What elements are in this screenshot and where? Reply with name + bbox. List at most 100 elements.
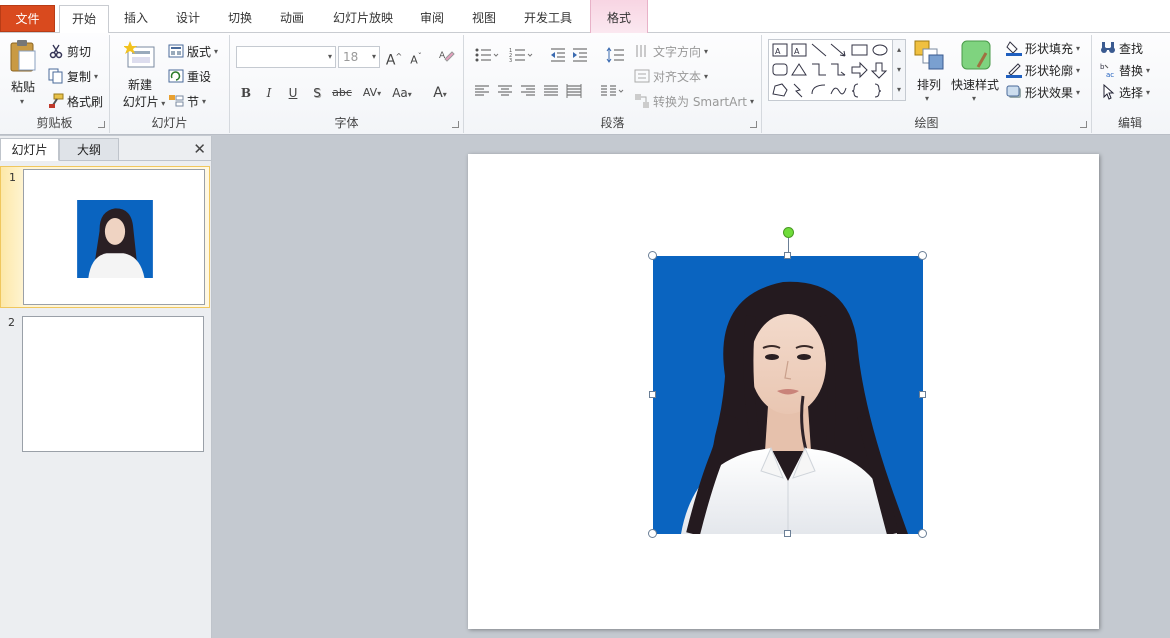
slide-thumbnail[interactable] [22, 316, 204, 452]
quick-styles-icon [961, 40, 991, 70]
font-size-value: 18 [343, 50, 359, 64]
replace-button[interactable]: b ac 替换 ▾ [1100, 60, 1150, 80]
format-painter-icon [48, 93, 64, 109]
layout-dropdown-icon: ▾ [214, 46, 219, 56]
shapes-gallery-scroll[interactable]: ▴ ▾ ▾ [892, 40, 905, 100]
drawing-group-label: 绘图 [914, 116, 939, 130]
strikethrough-button[interactable]: abc [330, 83, 354, 103]
columns-button[interactable] [598, 83, 626, 103]
font-color-label: A [433, 85, 443, 101]
tab-view[interactable]: 视图 [462, 5, 506, 33]
select-icon [1100, 83, 1116, 100]
format-painter-label: 格式刷 [67, 94, 104, 109]
arrange-button[interactable]: 排列 ▾ [910, 39, 948, 109]
align-left-button[interactable] [472, 83, 492, 103]
resize-handle-top-right[interactable] [918, 251, 927, 260]
tab-animations[interactable]: 动画 [269, 5, 315, 33]
font-color-button[interactable]: A▾ [426, 83, 454, 103]
font-size-select[interactable]: 18 ▾ [338, 46, 380, 68]
justify-button[interactable] [541, 83, 561, 103]
shapes-gallery[interactable]: A A ▴ ▾ ▾ [768, 39, 906, 101]
slide-thumbnail-row-1[interactable]: 1 [0, 166, 210, 308]
reset-button[interactable]: 重设 [168, 66, 211, 86]
slide-number: 1 [9, 171, 16, 184]
copy-button[interactable]: 复制 ▾ [48, 66, 98, 86]
increase-indent-icon [573, 48, 587, 62]
clipboard-launcher-icon[interactable] [98, 121, 105, 128]
resize-handle-right[interactable] [919, 391, 926, 398]
underline-button[interactable]: U [283, 83, 303, 103]
section-button[interactable]: 节 ▾ [168, 91, 206, 111]
tab-file[interactable]: 文件 [0, 5, 55, 32]
resize-handle-top-left[interactable] [648, 251, 657, 260]
tab-transitions[interactable]: 切换 [217, 5, 263, 33]
cut-label: 剪切 [67, 44, 92, 59]
tab-insert[interactable]: 插入 [113, 5, 159, 33]
decrease-indent-button[interactable] [548, 47, 568, 67]
change-case-button[interactable]: Aa▾ [388, 83, 416, 103]
align-center-button[interactable] [495, 83, 515, 103]
pane-tab-outline[interactable]: 大纲 [59, 138, 119, 161]
align-right-button[interactable] [518, 83, 538, 103]
resize-handle-top[interactable] [784, 252, 791, 259]
slide-thumbnail-row-2[interactable]: 2 [0, 312, 210, 454]
resize-handle-bottom-left[interactable] [648, 529, 657, 538]
new-slide-dropdown-icon: ▾ [158, 99, 166, 108]
slides-pane-tabs: 幻灯片 大纲 ✕ [0, 138, 212, 161]
drawing-launcher-icon[interactable] [1080, 121, 1087, 128]
paragraph-launcher-icon[interactable] [750, 121, 757, 128]
line-spacing-button[interactable] [604, 47, 632, 67]
tab-slideshow[interactable]: 幻灯片放映 [325, 5, 401, 33]
shape-effects-button[interactable]: 形状效果 ▾ [1006, 82, 1080, 102]
tab-developer[interactable]: 开发工具 [515, 5, 581, 33]
shadow-button[interactable]: S [307, 83, 327, 103]
numbering-button[interactable]: 123 [506, 47, 536, 67]
tab-design[interactable]: 设计 [165, 5, 211, 33]
resize-handle-bottom-right[interactable] [918, 529, 927, 538]
shape-fill-button[interactable]: 形状填充 ▾ [1006, 38, 1080, 58]
replace-dropdown-icon: ▾ [1146, 65, 1151, 75]
resize-handle-left[interactable] [649, 391, 656, 398]
select-dropdown-icon: ▾ [1146, 87, 1151, 97]
distributed-button[interactable] [564, 83, 584, 103]
selected-picture[interactable] [653, 256, 923, 534]
close-icon[interactable]: ✕ [193, 140, 206, 158]
grow-font-button[interactable]: A^ [384, 47, 404, 69]
text-direction-button[interactable]: 文字方向 ▾ [634, 41, 708, 61]
select-button[interactable]: 选择 ▾ [1100, 82, 1150, 102]
new-slide-button[interactable]: 新建 幻灯片 ▾ [116, 39, 166, 111]
tab-home[interactable]: 开始 [59, 5, 109, 34]
layout-button[interactable]: 版式 ▾ [168, 41, 218, 61]
align-text-button[interactable]: 对齐文本 ▾ [634, 66, 708, 86]
italic-button[interactable]: I [259, 83, 279, 103]
justify-icon [544, 85, 558, 96]
new-slide-label-1: 新建 [127, 78, 152, 92]
bold-button[interactable]: B [236, 83, 256, 103]
char-spacing-button[interactable]: AV▾ [358, 83, 386, 103]
tab-review[interactable]: 审阅 [410, 5, 454, 33]
shape-outline-button[interactable]: 形状轮廓 ▾ [1006, 60, 1080, 80]
bullets-button[interactable] [472, 47, 502, 67]
paste-button[interactable]: 粘贴 ▾ [6, 39, 40, 109]
change-case-dropdown-icon: ▾ [407, 90, 412, 99]
convert-smartart-button[interactable]: 转换为 SmartArt ▾ [634, 91, 754, 111]
increase-indent-button[interactable] [570, 47, 590, 67]
section-label: 节 [187, 94, 200, 109]
tab-format[interactable]: 格式 [590, 0, 648, 33]
format-painter-button[interactable]: 格式刷 [48, 91, 103, 111]
pane-tab-slides[interactable]: 幻灯片 [0, 138, 59, 161]
rotate-handle[interactable] [783, 227, 794, 238]
find-button[interactable]: 查找 [1100, 38, 1143, 58]
shrink-font-button[interactable]: Aˇ [406, 47, 426, 67]
slide-thumbnail[interactable] [23, 169, 205, 305]
font-name-select[interactable]: ▾ [236, 46, 336, 68]
svg-text:3: 3 [509, 58, 512, 63]
font-launcher-icon[interactable] [452, 121, 459, 128]
quick-styles-button[interactable]: 快速样式 ▾ [948, 39, 1002, 109]
clear-formatting-button[interactable]: A [436, 47, 456, 67]
drawing-group: A A ▴ ▾ ▾ 排列 ▾ 快速样式 ▾ 形状填充 ▾ 形状轮廓 ▾ 形状效果… [762, 35, 1092, 133]
cut-button[interactable]: 剪切 [48, 41, 91, 61]
slides-group-label: 幻灯片 [151, 116, 188, 130]
resize-handle-bottom[interactable] [784, 530, 791, 537]
current-slide[interactable] [468, 154, 1099, 629]
